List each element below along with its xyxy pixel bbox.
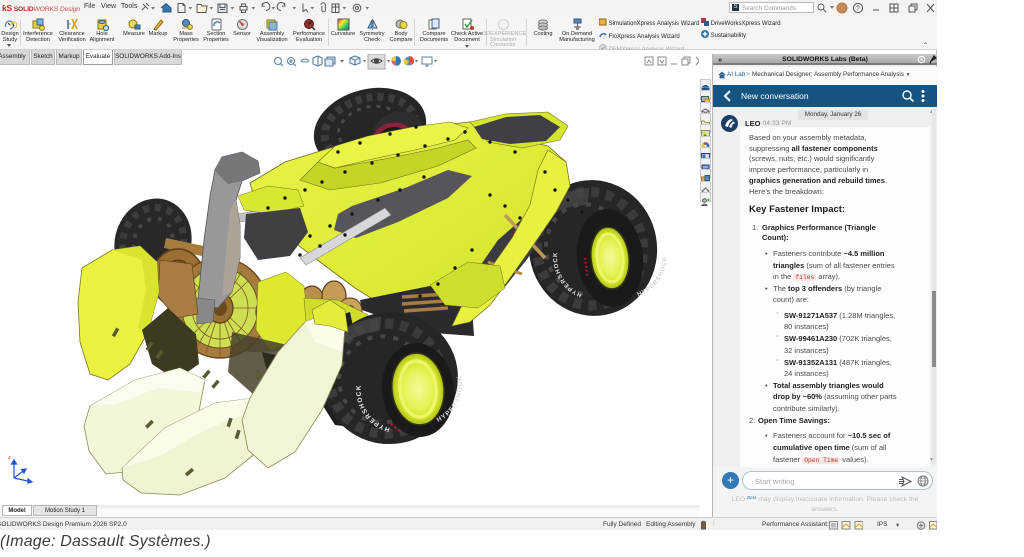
svg-text:?: ? — [856, 6, 860, 13]
svg-text:z: z — [7, 455, 11, 461]
